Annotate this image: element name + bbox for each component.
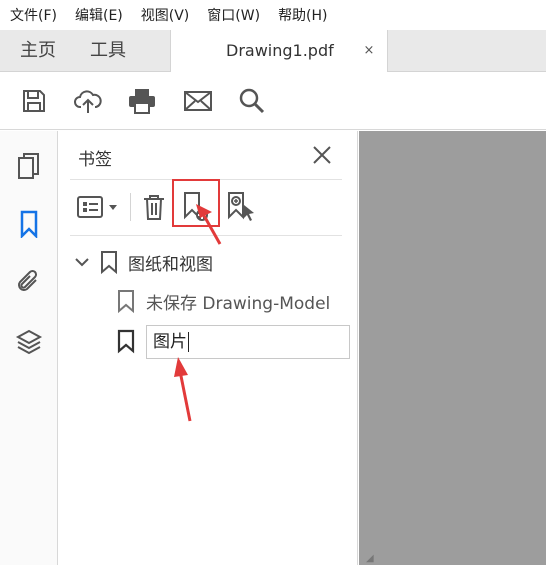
options-menu-icon[interactable] <box>76 191 120 223</box>
bookmark-from-selection-icon[interactable] <box>226 191 258 223</box>
cloud-upload-icon[interactable] <box>72 85 104 117</box>
document-view[interactable] <box>359 131 546 565</box>
mail-icon[interactable] <box>182 85 214 117</box>
menu-edit[interactable]: 编辑(E) <box>75 5 123 25</box>
menu-bar: 文件(F) 编辑(E) 视图(V) 窗口(W) 帮助(H) <box>0 0 546 30</box>
bookmark-icon[interactable] <box>14 209 44 239</box>
resize-grip-icon[interactable]: ◢ <box>366 553 374 564</box>
bookmark-name-input[interactable]: 图片 <box>146 325 350 359</box>
navigation-rail <box>0 131 58 565</box>
attachment-icon[interactable] <box>14 267 44 297</box>
chevron-down-icon[interactable] <box>72 252 92 272</box>
panel-title: 书签 <box>78 150 112 170</box>
panel-divider <box>70 235 342 236</box>
bookmark-name-value: 图片 <box>153 332 187 352</box>
new-bookmark-highlight <box>172 179 220 227</box>
layers-icon[interactable] <box>14 327 44 357</box>
tab-document[interactable]: Drawing1.pdf × <box>170 30 388 72</box>
document-tab-title: Drawing1.pdf <box>226 41 334 60</box>
bookmark-label: 未保存 Drawing-Model <box>146 293 331 314</box>
toolbar-divider <box>130 193 131 221</box>
tab-bar: 主页 工具 Drawing1.pdf × <box>0 30 546 72</box>
bookmark-item[interactable]: 未保存 Drawing-Model <box>116 288 330 314</box>
main-toolbar <box>0 72 546 130</box>
search-icon[interactable] <box>236 85 268 117</box>
menu-view[interactable]: 视图(V) <box>141 5 190 25</box>
bookmark-item[interactable]: 图纸和视图 <box>72 249 213 275</box>
bookmark-item-editing <box>116 328 136 354</box>
bookmark-icon <box>118 290 134 314</box>
menu-help[interactable]: 帮助(H) <box>278 5 327 25</box>
bookmark-label: 图纸和视图 <box>128 254 213 275</box>
close-tab-icon[interactable]: × <box>361 43 377 59</box>
menu-file[interactable]: 文件(F) <box>10 5 57 25</box>
print-icon[interactable] <box>126 85 158 117</box>
delete-icon[interactable] <box>140 191 168 223</box>
bookmarks-panel: 书签 图纸和视图 未保存 Drawing-Model 图片 <box>58 131 358 565</box>
menu-window[interactable]: 窗口(W) <box>207 5 260 25</box>
save-icon[interactable] <box>18 85 50 117</box>
pages-icon[interactable] <box>14 151 44 181</box>
bookmark-icon <box>117 329 135 354</box>
text-caret <box>188 332 189 352</box>
tab-home[interactable]: 主页 <box>20 30 56 71</box>
bookmark-icon <box>101 251 117 275</box>
close-panel-icon[interactable] <box>310 143 334 167</box>
tab-tools[interactable]: 工具 <box>90 30 126 71</box>
